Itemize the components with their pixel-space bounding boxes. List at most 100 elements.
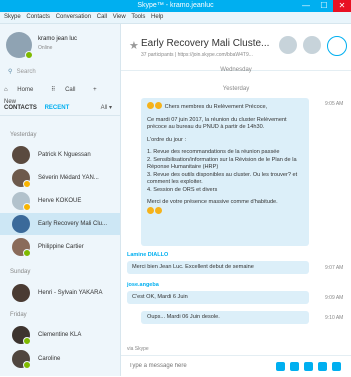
close-button[interactable]: ✕ [333,0,351,12]
video-call-button[interactable] [279,36,297,54]
message-sender[interactable]: jose.angeba [127,282,159,288]
avatar[interactable] [6,32,33,59]
message-text: 2. Sensibilisation/information sur la Ré… [147,156,297,171]
avatar [12,169,31,188]
message-text: Merci de votre présence massive comme d'… [147,199,278,205]
message-text: 4. Session de ORS et divers [147,186,218,193]
search-icon: ⚲ [8,69,13,75]
filter-dropdown[interactable]: All ▾ [101,102,112,114]
conversation-subtitle[interactable]: 37 participants | https://join.skype.com… [141,52,253,58]
message-text: 1. Revue des recommandations de la réuni… [147,149,280,155]
home-button[interactable]: ⌂ Home [4,87,41,93]
avatar [12,238,31,257]
search-input[interactable]: ⚲ Search [8,66,112,78]
avatar [12,284,30,302]
section-sunday: Sunday [10,269,31,275]
maximize-button[interactable]: ☐ [315,0,333,12]
smiley-icon [147,102,154,109]
menu-call[interactable]: Call [97,14,107,20]
message-sender[interactable]: Lamine DIALLO [127,252,168,258]
menu-bar: Skype Contacts Conversation Call View To… [0,12,351,24]
menu-tools[interactable]: Tools [131,14,145,20]
contact-name: Henri - Sylvain YAKARA [38,290,103,296]
day-separator: Wednesday [220,67,252,73]
contact-item[interactable]: Herve KOKOUE [0,190,120,212]
star-icon[interactable]: ★ [129,39,139,52]
chevron-down-icon: ▾ [108,105,112,111]
conversation-header: ★ Early Recovery Mali Cluste... 37 parti… [121,24,351,71]
smiley-icon [147,206,154,214]
audio-call-button[interactable] [303,36,321,54]
contact-item[interactable]: Séverin Médard YAN... [0,167,120,189]
tab-contacts[interactable]: CONTACTS [4,105,37,111]
conversation-pane: ★ Early Recovery Mali Cluste... 37 parti… [121,24,351,377]
contact-item-selected[interactable]: Early Recovery Mali Clu... [0,213,120,235]
contact-name: Philippine Cartier [38,244,84,250]
divider [0,115,120,116]
message-bubble: Oups... Mardi 06 Juin desole. [141,311,309,324]
emoticon-icon[interactable] [276,362,285,371]
contact-tabs: CONTACTS RECENT All ▾ [4,102,116,114]
message-time: 9:07 AM [325,265,344,271]
message-text: Oups... Mardi 06 Juin desole. [147,314,220,320]
conversation-title[interactable]: Early Recovery Mali Cluste... [141,38,269,49]
nav-row: ⌂ Home ⠿ Call + New [4,84,116,105]
avatar [12,350,31,369]
add-participants-button[interactable] [327,36,347,56]
sidebar: kramo jean luc Online ⚲ Search ⌂ Home ⠿ … [0,24,121,376]
message-text: L'ordre du jour : [147,136,187,143]
home-label: Home [17,87,34,93]
minimize-button[interactable]: — [297,0,315,12]
message-text: 3. Revue des outils disponibles au clust… [147,171,298,186]
group-icon [12,215,30,233]
message-text: Merci bien Jean Luc. Excellent debut de … [132,264,254,270]
contact-name: Herve KOKOUE [38,198,82,204]
section-yesterday: Yesterday [10,132,37,138]
contact-item[interactable]: Patrick K Nguessan [0,144,120,166]
filter-label: All [100,105,108,111]
contact-name: Caroline [38,356,61,362]
menu-help[interactable]: Help [151,14,163,20]
send-icon[interactable] [332,362,341,371]
call-button[interactable]: ⠿ Call [51,87,83,93]
message-time: 9:10 AM [325,315,344,321]
contacts-icon[interactable] [318,362,327,371]
message-bubble: Chers membres du Relèvement Précoce, Ce … [141,98,309,246]
day-separator: Yesterday [222,86,250,92]
message-text: Chers membres du Relèvement Précoce, [164,104,268,110]
message-text: C'est OK, Mardi 6 Juin [132,294,188,300]
video-message-icon[interactable] [304,362,313,371]
contact-name: Clementine KLA [38,332,82,338]
message-bubble: C'est OK, Mardi 6 Juin [127,291,309,304]
contact-item[interactable]: Caroline [0,348,120,370]
contact-name: Patrick K Nguessan [38,152,91,158]
file-icon[interactable] [290,362,299,371]
menu-view[interactable]: View [113,14,126,20]
avatar [12,192,31,211]
search-placeholder: Search [16,69,36,75]
menu-contacts[interactable]: Contacts [26,14,50,20]
message-time: 9:05 AM [325,101,344,107]
profile-name: kramo jean luc [38,36,78,42]
message-input[interactable] [127,362,261,370]
menu-conversation[interactable]: Conversation [56,14,91,20]
profile-status: Online [38,45,53,51]
contact-item[interactable]: Clementine KLA [0,324,120,346]
window-title-bar: Skype™ - kramo.jeanluc — ☐ ✕ [0,0,351,12]
avatar [12,146,30,164]
contact-item[interactable]: Henri - Sylvain YAKARA [0,282,120,304]
tab-recent[interactable]: RECENT [45,105,70,111]
contact-item[interactable]: Philippine Cartier [0,236,120,258]
menu-skype[interactable]: Skype [4,14,21,20]
contact-name: Early Recovery Mali Clu... [38,221,108,227]
plus-icon: + [93,87,97,93]
smiley-icon [155,206,162,214]
via-skype-label: via Skype [127,346,149,352]
dialpad-icon: ⠿ [50,87,56,93]
message-composer [121,355,351,377]
avatar [12,326,31,345]
message-bubble: Merci bien Jean Luc. Excellent debut de … [127,261,309,274]
profile[interactable]: kramo jean luc Online [6,32,114,59]
message-time: 9:09 AM [325,295,344,301]
smiley-icon [155,102,162,109]
